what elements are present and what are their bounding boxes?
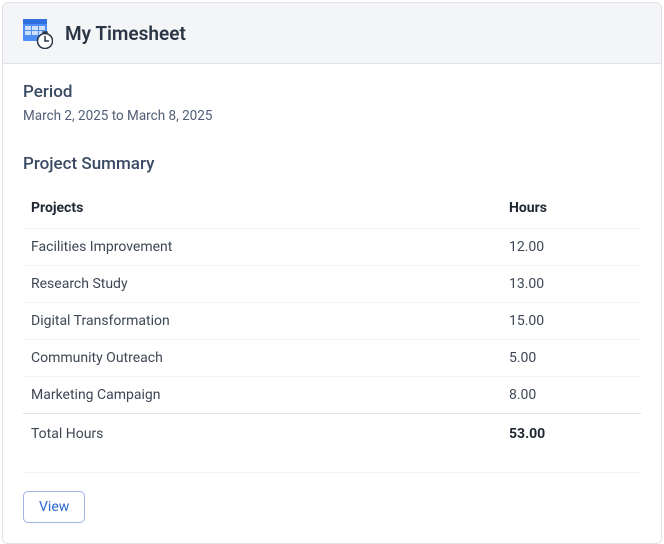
project-name: Community Outreach bbox=[23, 340, 501, 377]
column-header-projects: Projects bbox=[23, 190, 501, 229]
project-hours: 13.00 bbox=[501, 266, 641, 303]
table-row: Facilities Improvement 12.00 bbox=[23, 229, 641, 266]
project-name: Research Study bbox=[23, 266, 501, 303]
card-title: My Timesheet bbox=[65, 22, 186, 45]
table-row: Marketing Campaign 8.00 bbox=[23, 377, 641, 414]
card-body: Period March 2, 2025 to March 8, 2025 Pr… bbox=[3, 64, 661, 543]
period-label: Period bbox=[23, 82, 641, 102]
table-row: Research Study 13.00 bbox=[23, 266, 641, 303]
card-header: My Timesheet bbox=[3, 3, 661, 64]
total-row: Total Hours 53.00 bbox=[23, 414, 641, 455]
project-summary-table: Projects Hours Facilities Improvement 12… bbox=[23, 190, 641, 454]
timesheet-card: My Timesheet Period March 2, 2025 to Mar… bbox=[2, 2, 662, 544]
project-hours: 15.00 bbox=[501, 303, 641, 340]
table-row: Digital Transformation 15.00 bbox=[23, 303, 641, 340]
summary-title: Project Summary bbox=[23, 154, 641, 174]
total-label: Total Hours bbox=[23, 414, 501, 455]
project-hours: 5.00 bbox=[501, 340, 641, 377]
project-name: Facilities Improvement bbox=[23, 229, 501, 266]
table-row: Community Outreach 5.00 bbox=[23, 340, 641, 377]
period-text: March 2, 2025 to March 8, 2025 bbox=[23, 108, 641, 124]
project-name: Digital Transformation bbox=[23, 303, 501, 340]
actions-area: View bbox=[23, 472, 641, 523]
view-button[interactable]: View bbox=[23, 491, 85, 523]
column-header-hours: Hours bbox=[501, 190, 641, 229]
total-hours: 53.00 bbox=[501, 414, 641, 455]
timesheet-icon bbox=[21, 17, 53, 49]
project-name: Marketing Campaign bbox=[23, 377, 501, 414]
project-hours: 12.00 bbox=[501, 229, 641, 266]
project-hours: 8.00 bbox=[501, 377, 641, 414]
